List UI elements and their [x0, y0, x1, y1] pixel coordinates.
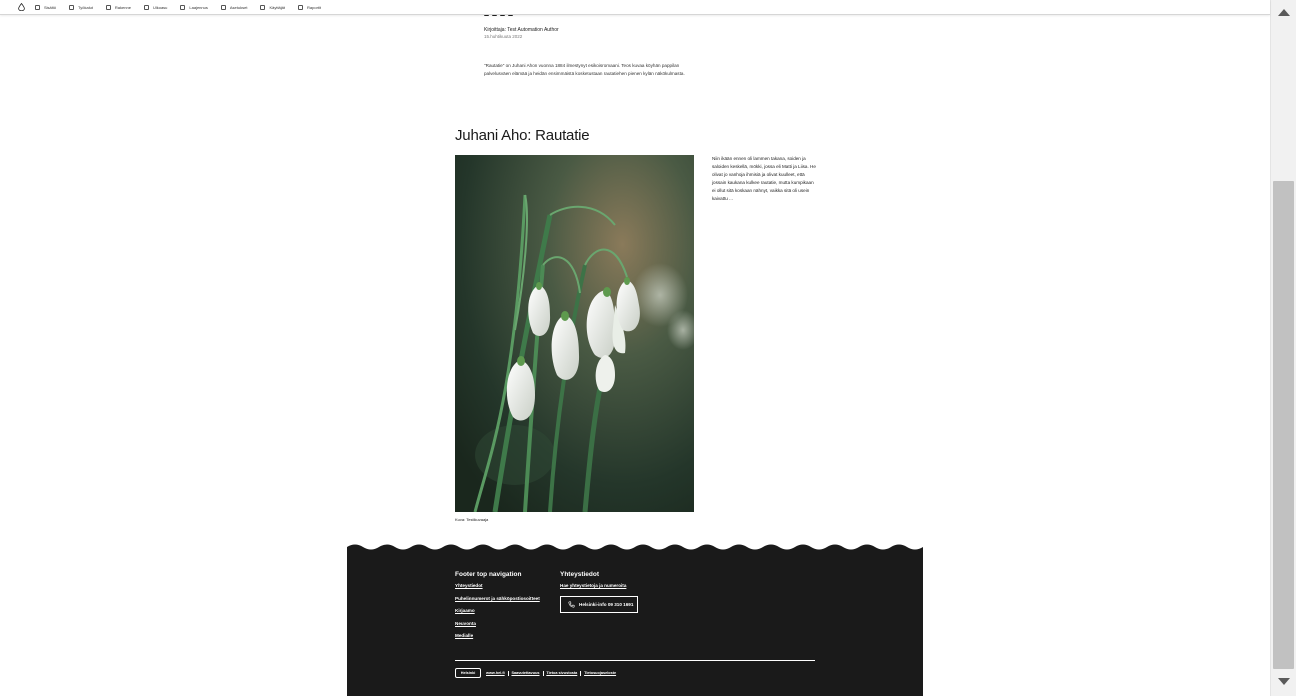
footer-divider [455, 660, 815, 661]
toolbar-item-label: Rakenne [114, 4, 131, 10]
footer-link-registry[interactable]: Kirjaamo [455, 608, 540, 613]
content-icon [35, 4, 40, 10]
footer-separator [580, 670, 582, 676]
toolbar-item-label: Laajennus [189, 4, 208, 10]
footer-link-advice[interactable]: Neuvonta [455, 621, 540, 626]
article-lead: "Rautatie" on Juhani Ahon vuonna 1884 il… [484, 63, 685, 76]
footer-wave-decoration [347, 544, 923, 550]
footer-link-phones-emails[interactable]: Puhelinnumerot ja sähköpostiosoitteet [455, 596, 540, 601]
snowdrop-photo [455, 155, 694, 512]
footer-nav: Footer top navigation Yhteystiedot Puhel… [455, 571, 540, 646]
toolbar-item-people[interactable]: Käyttäjät [260, 4, 286, 10]
toolbar-item-extend[interactable]: Laajennus [180, 4, 208, 10]
toolbar-item-label: Ulkoasu [152, 4, 168, 10]
phone-button[interactable]: Helsinki-info 09 310 1691 [560, 595, 638, 613]
footer-nav-title: Footer top navigation [455, 571, 522, 578]
photo-caption: Kuva: Testikuvaaja [455, 517, 489, 522]
toolbar-item-reports[interactable]: Raportit [298, 4, 322, 10]
extend-icon [180, 4, 186, 10]
toolbar-item-structure[interactable]: Rakenne [105, 4, 131, 10]
toolbar-item-label: Asetukset [229, 4, 248, 10]
phone-label: Helsinki-info 09 310 1691 [579, 601, 634, 607]
footer-link-search-contacts[interactable]: Hae yhteystietoja ja numeroita [560, 583, 638, 588]
phone-icon [567, 600, 575, 608]
admin-toolbar: Sisältö Työkalut Rakenne Ulkoasu Laajenn… [0, 0, 1270, 15]
footer-link-contact[interactable]: Yhteystiedot [455, 583, 540, 588]
home-drop-icon[interactable] [17, 3, 25, 11]
footer-bottom-link-about[interactable]: Tietoa sivustosta [546, 671, 577, 675]
footer-separator [542, 670, 544, 676]
footer-contact: Yhteystiedot Hae yhteystietoja ja numero… [560, 571, 638, 613]
toolbar-item-tools[interactable]: Työkalut [69, 4, 93, 10]
config-icon [220, 4, 226, 10]
scroll-up-arrow-icon[interactable] [1278, 9, 1290, 16]
toolbar-item-label: Työkalut [78, 4, 93, 10]
appearance-icon [143, 4, 149, 10]
site-footer: Footer top navigation Yhteystiedot Puhel… [347, 544, 923, 696]
article-date: 15.huhtikuuta 2022 [484, 34, 523, 39]
footer-bottom-link-accessibility[interactable]: Saavutettavuus [511, 671, 539, 675]
toolbar-item-label: Raportit [307, 4, 322, 10]
footer-link-media[interactable]: Medialle [455, 633, 540, 638]
footer-separator [507, 670, 509, 676]
toolbar-item-content[interactable]: Sisältö [35, 4, 57, 10]
toolbar-item-label: Sisältö [44, 4, 57, 10]
footer-bottom-link-privacy[interactable]: Tietosuojaseloste [584, 671, 616, 675]
footer-bottom: Helsinki www.hel.fi Saavutettavuus Tieto… [455, 668, 616, 678]
footer-bottom-link-helfi[interactable]: www.hel.fi [486, 671, 505, 675]
reports-icon [298, 4, 304, 10]
vertical-scrollbar[interactable] [1270, 0, 1296, 696]
toolbar-item-config[interactable]: Asetukset [220, 4, 248, 10]
structure-icon [105, 4, 111, 10]
scroll-down-arrow-icon[interactable] [1278, 678, 1290, 685]
toolbar-item-appearance[interactable]: Ulkoasu [143, 4, 168, 10]
tools-icon [69, 4, 75, 10]
toolbar-item-label: Käyttäjät [269, 4, 286, 10]
page: Sisältö Työkalut Rakenne Ulkoasu Laajenn… [0, 0, 1296, 696]
section-heading: Juhani Aho: Rautatie [455, 127, 590, 144]
article-author: Kirjoittaja: Test Automation Author [484, 27, 559, 33]
section-body-text: Niin ikään ennen oli lammen takana, soid… [712, 156, 816, 201]
footer-contact-title: Yhteystiedot [560, 571, 600, 578]
helsinki-logo[interactable]: Helsinki [455, 668, 481, 678]
people-icon [260, 4, 266, 10]
scrollbar-thumb[interactable] [1273, 181, 1294, 669]
